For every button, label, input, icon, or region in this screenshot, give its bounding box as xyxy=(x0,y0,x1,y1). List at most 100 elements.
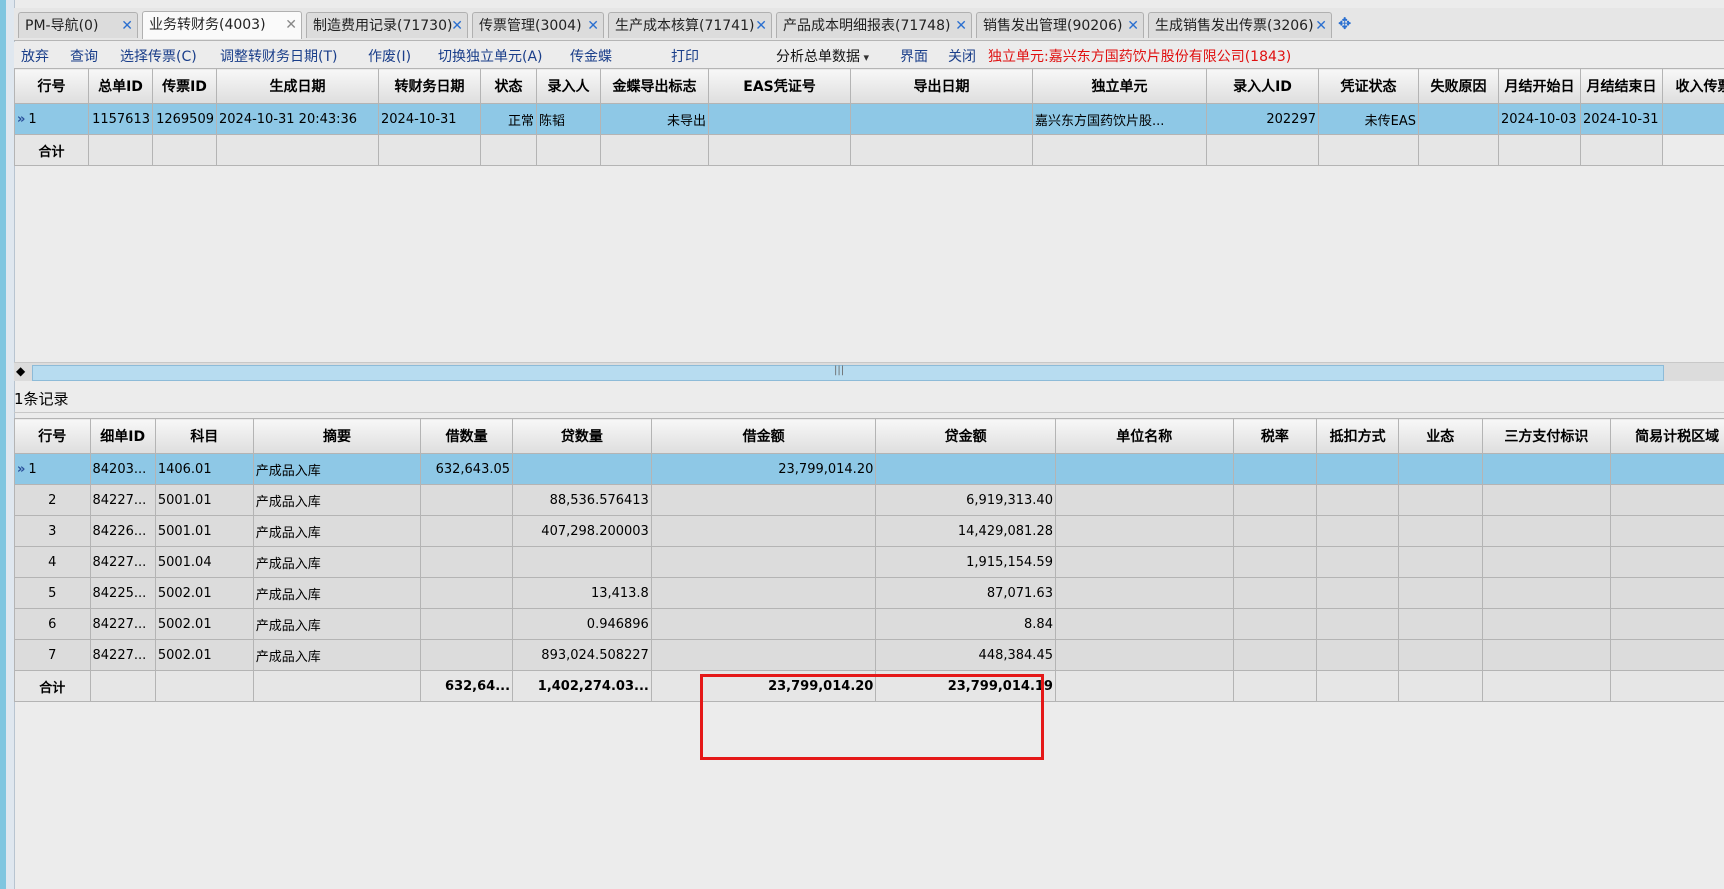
select-voucher-button[interactable]: 选择传票(C) xyxy=(120,46,197,66)
cell[interactable] xyxy=(420,577,514,609)
col-header[interactable]: 失败原因 xyxy=(1418,68,1499,104)
cell[interactable]: 84227... xyxy=(89,639,156,671)
cell[interactable] xyxy=(1481,453,1612,485)
cell[interactable]: 2024-10-03 xyxy=(1498,103,1581,135)
cell[interactable] xyxy=(1418,103,1499,135)
cell[interactable] xyxy=(1232,608,1318,640)
void-button[interactable]: 作废(I) xyxy=(368,46,411,66)
col-header[interactable]: 行号 xyxy=(14,68,89,104)
col-header[interactable]: 科目 xyxy=(154,418,254,454)
col-header[interactable]: 总单ID xyxy=(88,68,153,104)
cell[interactable] xyxy=(1610,546,1724,578)
cell[interactable] xyxy=(1232,546,1318,578)
cell[interactable]: 84203... xyxy=(89,453,156,485)
discard-button[interactable]: 放弃 xyxy=(21,46,49,66)
adjust-date-button[interactable]: 调整转财务日期(T) xyxy=(220,46,337,66)
cell[interactable] xyxy=(1662,103,1724,135)
cell[interactable]: 产成品入库 xyxy=(252,639,422,671)
cell[interactable] xyxy=(1397,577,1483,609)
col-header[interactable]: 抵扣方式 xyxy=(1316,418,1399,454)
cell[interactable] xyxy=(1610,608,1724,640)
cell[interactable]: 202297 xyxy=(1206,103,1319,135)
tab-business-to-finance[interactable]: 业务转财务(4003) ✕ xyxy=(142,11,302,39)
cell[interactable] xyxy=(1481,515,1612,547)
col-header[interactable]: 录入人ID xyxy=(1206,68,1319,104)
close-icon[interactable]: ✕ xyxy=(285,12,297,38)
cell[interactable] xyxy=(850,103,1033,135)
col-header[interactable]: 金蝶导出标志 xyxy=(600,68,709,104)
cell[interactable]: 84227... xyxy=(89,546,156,578)
cell[interactable] xyxy=(420,515,514,547)
col-header[interactable]: 凭证状态 xyxy=(1318,68,1419,104)
close-icon[interactable]: ✕ xyxy=(1127,13,1139,39)
splitter[interactable] xyxy=(14,412,1724,416)
cell[interactable] xyxy=(1610,484,1724,516)
cell[interactable] xyxy=(1481,639,1612,671)
col-header[interactable]: 传票ID xyxy=(152,68,217,104)
cell[interactable]: 7 xyxy=(14,639,91,671)
close-icon[interactable]: ✕ xyxy=(587,13,599,39)
cell[interactable]: 未导出 xyxy=(600,103,709,135)
cell[interactable]: 正常 xyxy=(480,103,537,135)
cell[interactable]: 产成品入库 xyxy=(252,453,422,485)
cell[interactable] xyxy=(1481,546,1612,578)
cell[interactable]: 1406.01 xyxy=(154,453,254,485)
cell[interactable]: 嘉兴东方国药饮片股... xyxy=(1032,103,1207,135)
table-row[interactable]: 5 84225... 5002.01 产成品入库 13,413.8 87,071.63 xyxy=(14,577,1724,609)
col-header[interactable]: 贷数量 xyxy=(512,418,652,454)
cell[interactable] xyxy=(650,639,877,671)
tab-voucher-management[interactable]: 传票管理(3004) ✕ xyxy=(472,12,604,38)
cell[interactable] xyxy=(420,639,514,671)
cell[interactable]: 87,071.63 xyxy=(875,577,1056,609)
cell[interactable] xyxy=(650,546,877,578)
cell[interactable]: 407,298.200003 xyxy=(512,515,652,547)
cell[interactable]: 产成品入库 xyxy=(252,546,422,578)
cell[interactable]: 4 xyxy=(14,546,91,578)
cell[interactable]: 13,413.8 xyxy=(512,577,652,609)
cell[interactable] xyxy=(1397,484,1483,516)
table-row[interactable]: 4 84227... 5001.04 产成品入库 1,915,154.59 xyxy=(14,546,1724,578)
cell[interactable]: 陈韬 xyxy=(536,103,601,135)
col-header[interactable]: 月结结束日 xyxy=(1580,68,1663,104)
table-row[interactable]: 6 84227... 5002.01 产成品入库 0.946896 8.84 xyxy=(14,608,1724,640)
cell[interactable] xyxy=(1054,577,1234,609)
cell[interactable] xyxy=(1610,453,1724,485)
table-row[interactable]: 3 84226... 5001.01 产成品入库 407,298.200003 14,42… xyxy=(14,515,1724,547)
col-header[interactable]: EAS凭证号 xyxy=(708,68,851,104)
print-button[interactable]: 打印 xyxy=(671,46,699,66)
cell[interactable] xyxy=(1481,577,1612,609)
scroll-thumb[interactable] xyxy=(32,365,1664,381)
tab-pm-nav[interactable]: PM-导航(0) ✕ xyxy=(18,12,138,38)
cell[interactable] xyxy=(1232,577,1318,609)
tab-product-cost-report[interactable]: 产品成本明细报表(71748) ✕ xyxy=(776,12,972,38)
cell[interactable] xyxy=(1397,546,1483,578)
tab-sales-voucher-gen[interactable]: 生成销售发出传票(3206) ✕ xyxy=(1148,12,1332,38)
cell[interactable] xyxy=(650,515,877,547)
cell[interactable]: 2024-10-31 xyxy=(1580,103,1663,135)
cell[interactable]: 2 xyxy=(14,484,91,516)
cell[interactable]: 0.946896 xyxy=(512,608,652,640)
cell[interactable]: 产成品入库 xyxy=(252,484,422,516)
cell[interactable]: 5 xyxy=(14,577,91,609)
col-header[interactable]: 三方支付标识 xyxy=(1481,418,1612,454)
table-row[interactable]: 7 84227... 5002.01 产成品入库 893,024.508227 448,3… xyxy=(14,639,1724,671)
close-icon[interactable]: ✕ xyxy=(1315,13,1327,39)
close-icon[interactable]: ✕ xyxy=(451,13,463,39)
cell[interactable] xyxy=(1316,515,1399,547)
col-header[interactable]: 生成日期 xyxy=(216,68,379,104)
cell[interactable]: » 1 xyxy=(14,453,91,485)
cell[interactable]: 84225... xyxy=(89,577,156,609)
query-button[interactable]: 查询 xyxy=(70,46,98,66)
close-icon[interactable]: ✕ xyxy=(755,13,767,39)
interface-button[interactable]: 界面 xyxy=(900,46,928,66)
cell[interactable]: 1157613 xyxy=(88,103,153,135)
col-header[interactable]: 导出日期 xyxy=(850,68,1033,104)
cell[interactable] xyxy=(1054,639,1234,671)
cell[interactable]: 88,536.576413 xyxy=(512,484,652,516)
cell[interactable] xyxy=(1316,608,1399,640)
cell[interactable]: 1269509 xyxy=(152,103,217,135)
cell[interactable]: 6,919,313.40 xyxy=(875,484,1056,516)
cell[interactable] xyxy=(1054,453,1234,485)
cell[interactable] xyxy=(1316,577,1399,609)
col-header[interactable]: 业态 xyxy=(1397,418,1483,454)
